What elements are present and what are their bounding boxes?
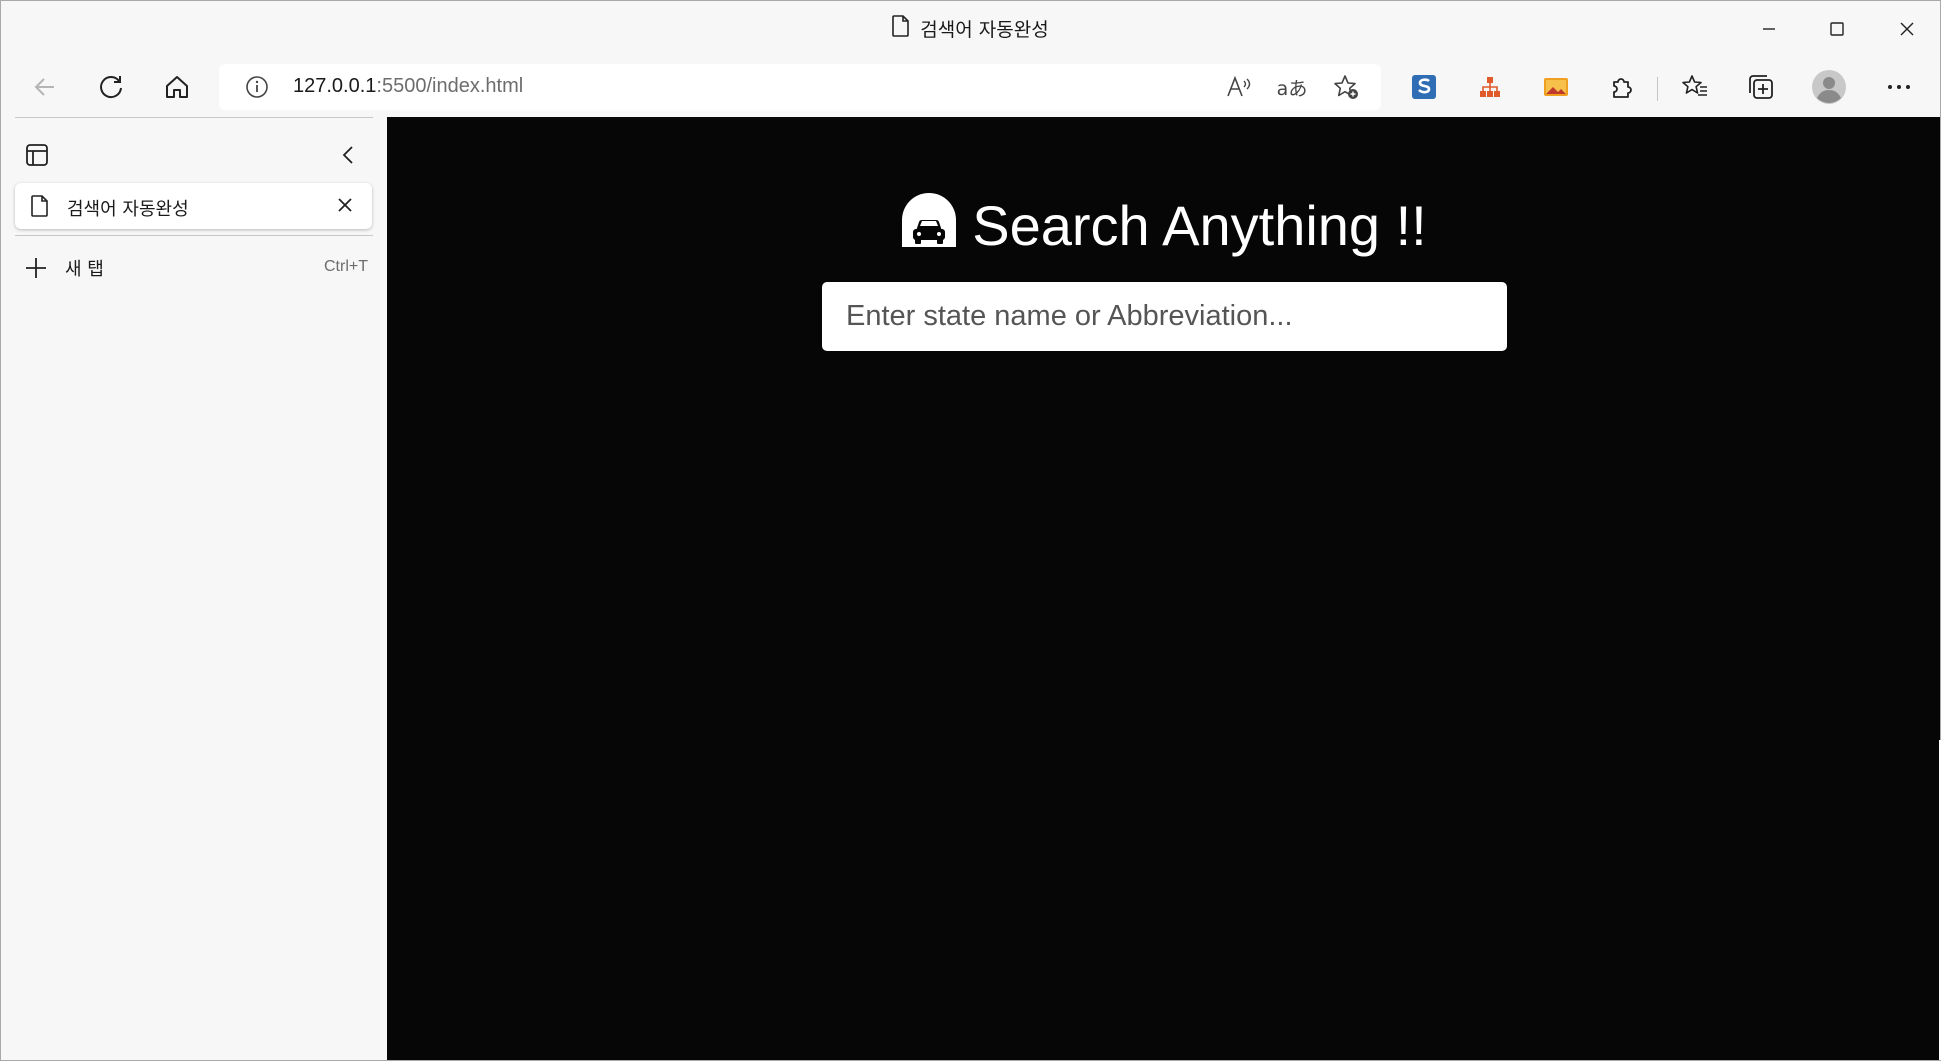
close-tab-icon[interactable] <box>337 197 353 217</box>
close-window-button[interactable] <box>1874 1 1940 57</box>
tab-item-active[interactable]: 검색어 자동완성 <box>15 183 372 229</box>
document-icon <box>31 195 49 221</box>
new-tab-label: 새 탭 <box>65 259 104 280</box>
site-info-icon[interactable] <box>237 67 277 107</box>
maximize-button[interactable] <box>1804 1 1870 57</box>
title-bar: 검색어 자동완성 <box>1 1 1940 57</box>
url-path: :5500/index.html <box>376 75 524 97</box>
panel-divider <box>15 117 373 118</box>
panel-separator <box>15 235 373 236</box>
new-tab-shortcut: Ctrl+T <box>324 258 368 275</box>
window-title-text: 검색어 자동완성 <box>920 19 1049 41</box>
tab-actions-icon[interactable] <box>17 135 57 175</box>
page-content: Search Anything !! <box>387 117 1940 1060</box>
profile-avatar[interactable] <box>1809 67 1849 107</box>
home-button[interactable] <box>157 67 197 107</box>
window-title: 검색어 자동완성 <box>1 15 1940 42</box>
car-tunnel-icon <box>900 191 958 262</box>
url-text[interactable]: 127.0.0.1:5500/index.html <box>293 75 523 98</box>
document-icon <box>892 15 910 42</box>
extension-s-icon[interactable] <box>1404 67 1444 107</box>
toolbar-separator <box>1657 77 1658 101</box>
plus-icon <box>25 257 47 283</box>
browser-toolbar: 127.0.0.1:5500/index.html aあ <box>1 57 1940 117</box>
extension-image-icon[interactable] <box>1536 67 1576 107</box>
tab-title: 검색어 자동완성 <box>67 199 189 220</box>
browser-window: 검색어 자동완성 127.0.0.1:5500/index.html aあ 검색… <box>0 0 1941 1061</box>
favorites-icon[interactable] <box>1675 67 1715 107</box>
collapse-panel-icon[interactable] <box>329 135 369 175</box>
vertical-tabs-panel: 검색어 자동완성 새 탭 Ctrl+T <box>1 117 386 1060</box>
collections-icon[interactable] <box>1741 67 1781 107</box>
page-heading: Search Anything !! <box>387 190 1940 262</box>
add-favorite-icon[interactable] <box>1326 67 1366 107</box>
more-options-icon[interactable] <box>1879 67 1919 107</box>
translate-icon[interactable]: aあ <box>1272 67 1312 107</box>
extension-sitemap-icon[interactable] <box>1470 67 1510 107</box>
refresh-button[interactable] <box>91 67 131 107</box>
back-button[interactable] <box>25 67 65 107</box>
heading-text: Search Anything !! <box>972 194 1427 258</box>
search-input[interactable] <box>822 282 1507 351</box>
address-bar[interactable]: 127.0.0.1:5500/index.html aあ <box>219 64 1381 110</box>
minimize-button[interactable] <box>1736 1 1802 57</box>
read-aloud-icon[interactable] <box>1219 67 1259 107</box>
extensions-icon[interactable] <box>1602 67 1642 107</box>
url-host: 127.0.0.1 <box>293 75 377 97</box>
